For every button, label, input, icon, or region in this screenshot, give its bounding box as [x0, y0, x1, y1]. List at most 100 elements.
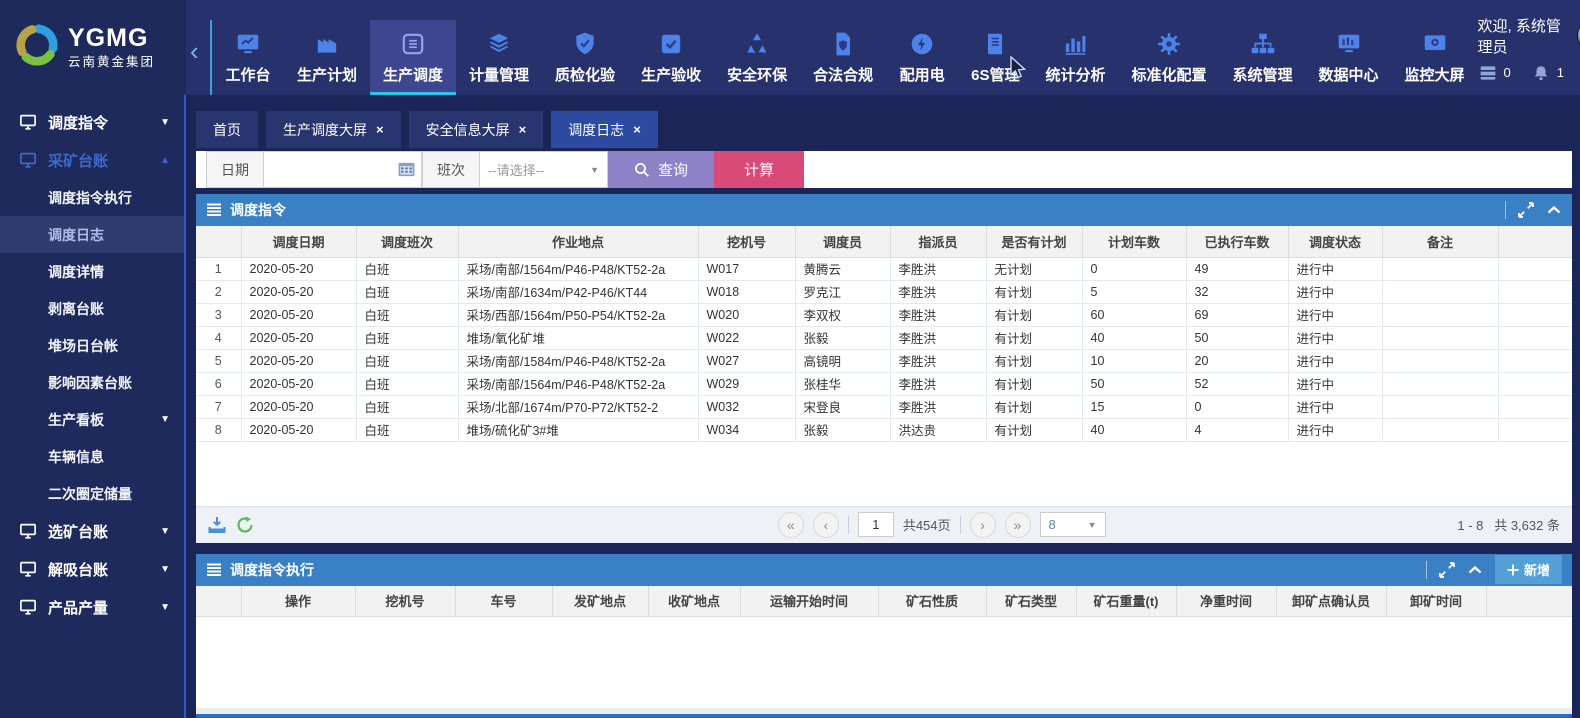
sidebar-item-product-output[interactable]: 产品产量▼ [0, 588, 184, 626]
next-page-button[interactable]: › [970, 512, 996, 538]
sidebar-item-impact-factor-ledger[interactable]: 影响因素台账 [0, 364, 184, 401]
nav-item-quality-test[interactable]: 质检化验 [542, 20, 628, 95]
nav-item-power[interactable]: 配用电 [886, 20, 958, 95]
nav-item-workbench[interactable]: 工作台 [212, 20, 284, 95]
tab-safety-info-screen[interactable]: 安全信息大屏× [409, 111, 544, 148]
table-cell: 黄腾云 [795, 257, 890, 280]
table-row[interactable]: 72020-05-20白班采场/北部/1674m/P70-P72/KT52-2W… [196, 395, 1572, 418]
date-input[interactable] [264, 151, 422, 188]
tab-production-dispatch-screen[interactable]: 生产调度大屏× [266, 111, 401, 148]
page-size-select[interactable]: 8 ▼ [1040, 512, 1106, 537]
sidebar-item-label: 车辆信息 [48, 447, 104, 467]
page-number-input[interactable] [858, 512, 894, 537]
table-row[interactable]: 22020-05-20白班采场/南部/1634m/P42-P46/KT44W01… [196, 280, 1572, 303]
nav-item-production-plan[interactable]: 生产计划 [284, 20, 370, 95]
close-icon[interactable]: × [376, 123, 384, 136]
expand-icon[interactable] [1518, 202, 1534, 218]
nav-item-production-dispatch[interactable]: 生产调度 [370, 20, 456, 95]
sidebar-item-desorption-ledger[interactable]: 解吸台账▼ [0, 550, 184, 588]
table-cell [1382, 349, 1498, 372]
table-cell: 进行中 [1288, 418, 1382, 441]
nav-item-safety-env[interactable]: 安全环保 [714, 20, 800, 95]
nav-item-standard-config[interactable]: 标准化配置 [1118, 20, 1219, 95]
last-page-button[interactable]: » [1005, 512, 1031, 538]
brand-abbr: YGMG [68, 25, 155, 51]
table-cell: 49 [1186, 257, 1288, 280]
prev-page-button[interactable]: ‹ [813, 512, 839, 538]
table-cell [1498, 418, 1572, 441]
sidebar-item-yard-daily-ledger[interactable]: 堆场日台帐 [0, 327, 184, 364]
sidebar-item-production-board[interactable]: 生产看板▼ [0, 401, 184, 438]
column-header: 矿石类型 [986, 586, 1076, 617]
download-icon[interactable] [208, 516, 226, 534]
dispatch-exec-table: 操作挖机号车号发矿地点收矿地点运输开始时间矿石性质矿石类型矿石重量(t)净重时间… [196, 586, 1572, 618]
badge-queue[interactable]: 0 [1478, 65, 1511, 81]
table-row[interactable]: 32020-05-20白班采场/西部/1564m/P50-P54/KT52-2a… [196, 303, 1572, 326]
table-row[interactable]: 12020-05-20白班采场/南部/1564m/P46-P48/KT52-2a… [196, 257, 1572, 280]
nav-item-label: 配用电 [900, 64, 945, 85]
sidebar-item-dispatch-log[interactable]: 调度日志 [0, 216, 184, 253]
badge-alerts[interactable]: 1 [1531, 65, 1564, 81]
expand-icon[interactable] [1439, 562, 1455, 578]
table-row[interactable]: 42020-05-20白班堆场/氧化矿堆W022张毅李胜洪有计划4050进行中 [196, 326, 1572, 349]
table-cell: W034 [698, 418, 795, 441]
table-cell: 5 [1082, 280, 1186, 303]
sidebar-item-label: 调度详情 [48, 262, 104, 282]
nav-item-statistics[interactable]: 统计分析 [1032, 20, 1118, 95]
tab-label: 调度日志 [568, 120, 624, 140]
monitor-icon [18, 560, 38, 578]
query-button[interactable]: 查询 [608, 151, 714, 188]
table-cell: 白班 [356, 280, 458, 303]
table-cell: 李胜洪 [890, 395, 986, 418]
sidebar-item-dispatch-detail[interactable]: 调度详情 [0, 253, 184, 290]
user-area: 欢迎, 系统管理员 ▼ 010 [1478, 0, 1580, 95]
table-cell: 60 [1082, 303, 1186, 326]
nav-item-label: 数据中心 [1319, 64, 1379, 85]
table-cell: 进行中 [1288, 349, 1382, 372]
empty-table-body [196, 617, 1572, 708]
sidebar-item-vehicle-info[interactable]: 车辆信息 [0, 438, 184, 475]
sidebar-item-ore-dressing-ledger[interactable]: 选矿台账▼ [0, 512, 184, 550]
table-cell: 采场/北部/1674m/P70-P72/KT52-2 [458, 395, 698, 418]
collapse-panel-icon[interactable] [1546, 202, 1562, 218]
first-page-button[interactable]: « [778, 512, 804, 538]
tab-dispatch-log[interactable]: 调度日志 × [551, 111, 658, 148]
nav-item-system-mgmt[interactable]: 系统管理 [1220, 20, 1306, 95]
monitor-screen-icon [1422, 31, 1448, 57]
calendar-icon [398, 162, 415, 177]
nav-item-data-center[interactable]: 数据中心 [1306, 20, 1392, 95]
calc-button[interactable]: 计算 [714, 151, 804, 188]
shift-select[interactable]: --请选择-- ▼ [480, 151, 608, 188]
list-icon [206, 563, 222, 577]
column-header: 调度状态 [1288, 226, 1382, 257]
nav-item-monitor-screen[interactable]: 监控大屏 [1392, 20, 1478, 95]
table-cell: 2020-05-20 [241, 349, 356, 372]
nav-item-label: 安全环保 [727, 64, 787, 85]
close-icon[interactable]: × [633, 123, 641, 136]
nav-item-compliance[interactable]: 合法合规 [800, 20, 886, 95]
tab-home[interactable]: 首页 [196, 111, 258, 148]
table-row[interactable]: 82020-05-20白班堆场/硫化矿3#堆W034张毅洪达贵有计划404进行中 [196, 418, 1572, 441]
sidebar-item-dispatch-command-exec[interactable]: 调度指令执行 [0, 179, 184, 216]
sidebar-item-secondary-delineated-reserves[interactable]: 二次圈定储量 [0, 475, 184, 512]
sidebar-item-mining-ledger[interactable]: 采矿台账▲ [0, 141, 184, 179]
nav-item-six-s[interactable]: 6S管理 [958, 20, 1032, 95]
column-header [1498, 226, 1572, 257]
sidebar-collapse-icon[interactable]: ‹ [190, 38, 199, 64]
table-cell: 白班 [356, 257, 458, 280]
sidebar-item-dispatch-command[interactable]: 调度指令▼ [0, 103, 184, 141]
table-row[interactable]: 52020-05-20白班采场/南部/1584m/P46-P48/KT52-2a… [196, 349, 1572, 372]
bottom-scroll-track[interactable] [196, 714, 1572, 718]
collapse-panel-icon[interactable] [1467, 562, 1483, 578]
close-icon[interactable]: × [519, 123, 527, 136]
table-row[interactable]: 62020-05-20白班采场/南部/1564m/P46-P48/KT52-2a… [196, 372, 1572, 395]
nav-item-metering[interactable]: 计量管理 [456, 20, 542, 95]
table-cell: 白班 [356, 303, 458, 326]
add-button[interactable]: 新增 [1495, 555, 1562, 584]
badge-count: 1 [1557, 65, 1564, 80]
sidebar-item-stripping-ledger[interactable]: 剥离台账 [0, 290, 184, 327]
table-cell: 2020-05-20 [241, 303, 356, 326]
nav-item-label: 合法合规 [813, 64, 873, 85]
nav-item-production-acceptance[interactable]: 生产验收 [628, 20, 714, 95]
refresh-icon[interactable] [236, 516, 254, 534]
